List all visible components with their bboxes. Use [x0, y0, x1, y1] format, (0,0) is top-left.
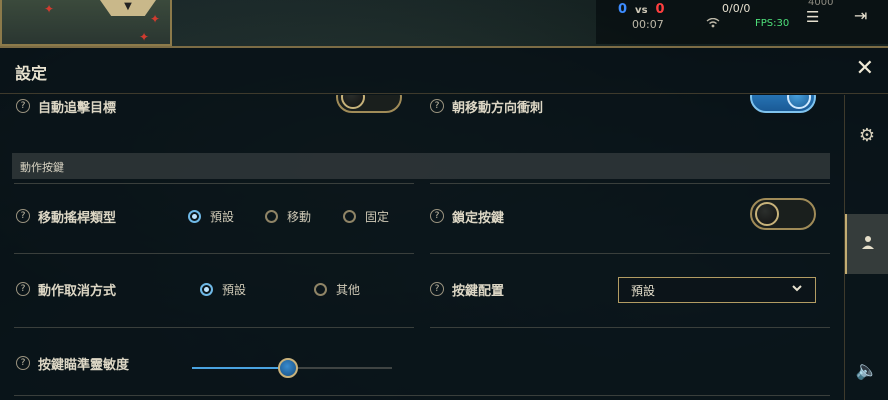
tab-settings[interactable]: ⚙	[845, 105, 888, 165]
wifi-icon	[706, 17, 720, 31]
lock-button-toggle[interactable]	[750, 198, 816, 230]
page-title: 設定	[15, 64, 48, 83]
radio-dot	[343, 210, 356, 223]
joystick-option-fixed[interactable]: 固定	[343, 208, 389, 225]
divider	[14, 253, 414, 254]
chevron-down-icon	[791, 282, 803, 297]
red-team-score: 0	[655, 2, 665, 17]
setting-row-cancel-mode: ? 動作取消方式	[16, 272, 116, 306]
divider	[14, 327, 414, 328]
setting-row-auto-target: ? 自動追擊目標	[16, 95, 116, 123]
dash-direction-toggle[interactable]	[750, 95, 816, 113]
toggle-knob	[755, 202, 779, 226]
kda-counter: 0/0/0	[722, 2, 751, 15]
radio-dot	[200, 283, 213, 296]
radio-label: 預設	[222, 283, 247, 297]
auto-target-toggle[interactable]	[336, 95, 402, 113]
tab-sound[interactable]: 🔈	[845, 340, 888, 400]
joystick-option-default[interactable]: 預設	[188, 208, 234, 225]
team-score: 0 vs 0	[618, 2, 665, 17]
radio-label: 移動	[287, 210, 312, 224]
help-icon[interactable]: ?	[16, 356, 30, 370]
divider	[430, 327, 830, 328]
setting-row-button-layout: ? 按鍵配置	[430, 272, 504, 306]
cancel-option-other[interactable]: 其他	[314, 281, 360, 298]
setting-row-lock-button: ? 鎖定按鍵	[430, 199, 504, 233]
aim-sensitivity-slider[interactable]	[192, 358, 392, 378]
divider	[14, 395, 830, 396]
help-icon[interactable]: ?	[16, 99, 30, 113]
minimap-collapse-button[interactable]: ▼	[100, 0, 156, 16]
setting-label: 動作取消方式	[38, 283, 117, 299]
setting-label: 鎖定按鍵	[452, 210, 505, 226]
section-title: 動作按鍵	[20, 161, 64, 174]
gold-counter: 4000	[808, 0, 834, 8]
radio-label: 固定	[365, 210, 390, 224]
toggle-knob	[341, 95, 365, 109]
help-icon[interactable]: ?	[16, 209, 30, 223]
exit-icon[interactable]: ⇥	[854, 6, 867, 25]
game-timer: 00:07	[632, 18, 664, 31]
fps-counter: FPS:30	[755, 18, 790, 29]
enemy-turret-icon: ✦	[139, 30, 150, 44]
enemy-turret-icon: ✦	[44, 2, 55, 16]
section-header: 動作按鍵	[12, 153, 830, 179]
setting-row-dash-direction: ? 朝移動方向衝刺	[430, 95, 543, 123]
toggle-knob	[787, 95, 811, 109]
tab-controls[interactable]	[845, 214, 888, 274]
divider	[430, 183, 830, 184]
radio-dot	[265, 210, 278, 223]
divider	[14, 183, 414, 184]
enemy-turret-icon: ✦	[150, 12, 161, 26]
setting-label: 按鍵配置	[452, 283, 505, 299]
radio-dot	[188, 210, 201, 223]
help-icon[interactable]: ?	[430, 282, 444, 296]
divider	[430, 253, 830, 254]
joystick-option-move[interactable]: 移動	[265, 208, 311, 225]
radio-label: 其他	[336, 283, 361, 297]
slider-thumb[interactable]	[278, 358, 298, 378]
hamburger-menu-icon[interactable]: ☰	[806, 8, 819, 26]
setting-label: 移動搖桿類型	[38, 210, 117, 226]
help-icon[interactable]: ?	[430, 209, 444, 223]
setting-label: 自動追擊目標	[38, 100, 117, 116]
slider-fill	[192, 367, 288, 369]
dropdown-value: 預設	[631, 283, 656, 298]
speaker-icon: 🔈	[855, 359, 879, 381]
blue-team-score: 0	[618, 2, 628, 17]
close-button[interactable]: ✕	[856, 58, 874, 80]
cancel-option-default[interactable]: 預設	[200, 281, 246, 298]
gear-icon: ⚙	[858, 124, 876, 146]
settings-tab-bar: ⚙ 🔈	[844, 95, 888, 400]
minimap[interactable]: ✦ ✦ ✦ ▼	[0, 0, 172, 46]
settings-content[interactable]: ? 自動追擊目標 ? 朝移動方向衝刺 動作按鍵 ? 移動搖桿類型 預設 移動 固…	[0, 95, 844, 400]
radio-dot	[314, 283, 327, 296]
setting-row-joystick-type: ? 移動搖桿類型	[16, 199, 116, 233]
settings-panel: 設定 ✕ ? 自動追擊目標 ? 朝移動方向衝刺 動作按鍵 ? 移動搖桿類型 預設	[0, 46, 888, 400]
setting-label: 按鍵瞄準靈敏度	[38, 357, 130, 373]
panel-header: 設定 ✕	[0, 48, 888, 94]
radio-label: 預設	[210, 210, 235, 224]
button-layout-dropdown[interactable]: 預設	[618, 277, 816, 303]
score-vs: vs	[635, 5, 648, 16]
controls-icon	[859, 233, 877, 256]
help-icon[interactable]: ?	[16, 282, 30, 296]
setting-row-aim-sensitivity: ? 按鍵瞄準靈敏度	[16, 346, 129, 380]
help-icon[interactable]: ?	[430, 99, 444, 113]
setting-label: 朝移動方向衝刺	[452, 100, 544, 116]
